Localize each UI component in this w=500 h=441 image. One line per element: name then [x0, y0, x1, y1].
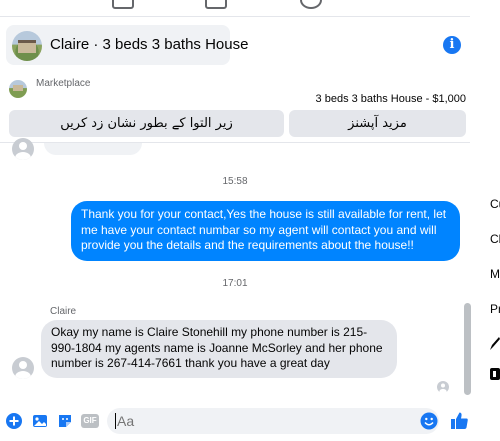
marketplace-label: Marketplace — [36, 78, 91, 89]
marketplace-thumbnail — [9, 80, 27, 98]
listing-thumbnail — [12, 31, 42, 61]
divider — [0, 16, 470, 17]
message-input[interactable] — [107, 408, 439, 434]
chat-title: Claire · 3 beds 3 baths House — [50, 36, 249, 53]
emoji-icon[interactable] — [420, 412, 438, 430]
avatar[interactable] — [12, 357, 34, 379]
mark-pending-button[interactable]: زیر التوا کے بطور نشان زد کریں — [9, 110, 284, 137]
incoming-message[interactable]: Okay my name is Claire Stonehill my phon… — [41, 320, 397, 378]
avatar[interactable] — [12, 138, 34, 160]
text-cursor — [115, 413, 116, 429]
groups-tab-icon[interactable] — [205, 0, 227, 9]
timestamp: 15:58 — [222, 176, 248, 187]
marketplace-tab-icon[interactable] — [112, 0, 134, 9]
pen-icon[interactable] — [490, 336, 500, 350]
info-icon[interactable]: i — [443, 36, 461, 54]
side-panel-item[interactable]: Cl — [490, 232, 500, 246]
plus-icon[interactable] — [6, 413, 22, 429]
previous-message-bubble[interactable] — [44, 143, 142, 155]
more-options-button[interactable]: مزید آپشنز — [289, 110, 466, 137]
listing-summary[interactable]: 3 beds 3 baths House - $1,000 — [316, 93, 466, 105]
scrollbar-thumb[interactable] — [464, 303, 471, 395]
sticker-icon[interactable] — [57, 413, 73, 429]
timestamp: 17:01 — [222, 278, 248, 289]
photo-icon[interactable] — [32, 413, 48, 429]
gaming-tab-icon[interactable] — [300, 0, 322, 9]
messenger-window: Claire · 3 beds 3 baths House i Marketpl… — [0, 0, 500, 441]
gif-icon[interactable]: GIF — [81, 414, 99, 428]
top-nav-strip — [0, 0, 500, 16]
house-photo — [18, 40, 36, 53]
sender-name: Claire — [50, 306, 77, 317]
like-icon[interactable] — [450, 411, 469, 430]
bookmark-icon[interactable] — [490, 368, 500, 380]
seen-avatar-icon — [437, 381, 449, 393]
outgoing-message[interactable]: Thank you for your contact,Yes the house… — [71, 201, 460, 261]
side-panel-item[interactable]: Cu — [490, 197, 500, 211]
chat-header[interactable]: Claire · 3 beds 3 baths House — [6, 25, 248, 65]
side-panel-item[interactable]: M — [490, 267, 500, 281]
side-panel-item[interactable]: Pr — [490, 302, 500, 316]
